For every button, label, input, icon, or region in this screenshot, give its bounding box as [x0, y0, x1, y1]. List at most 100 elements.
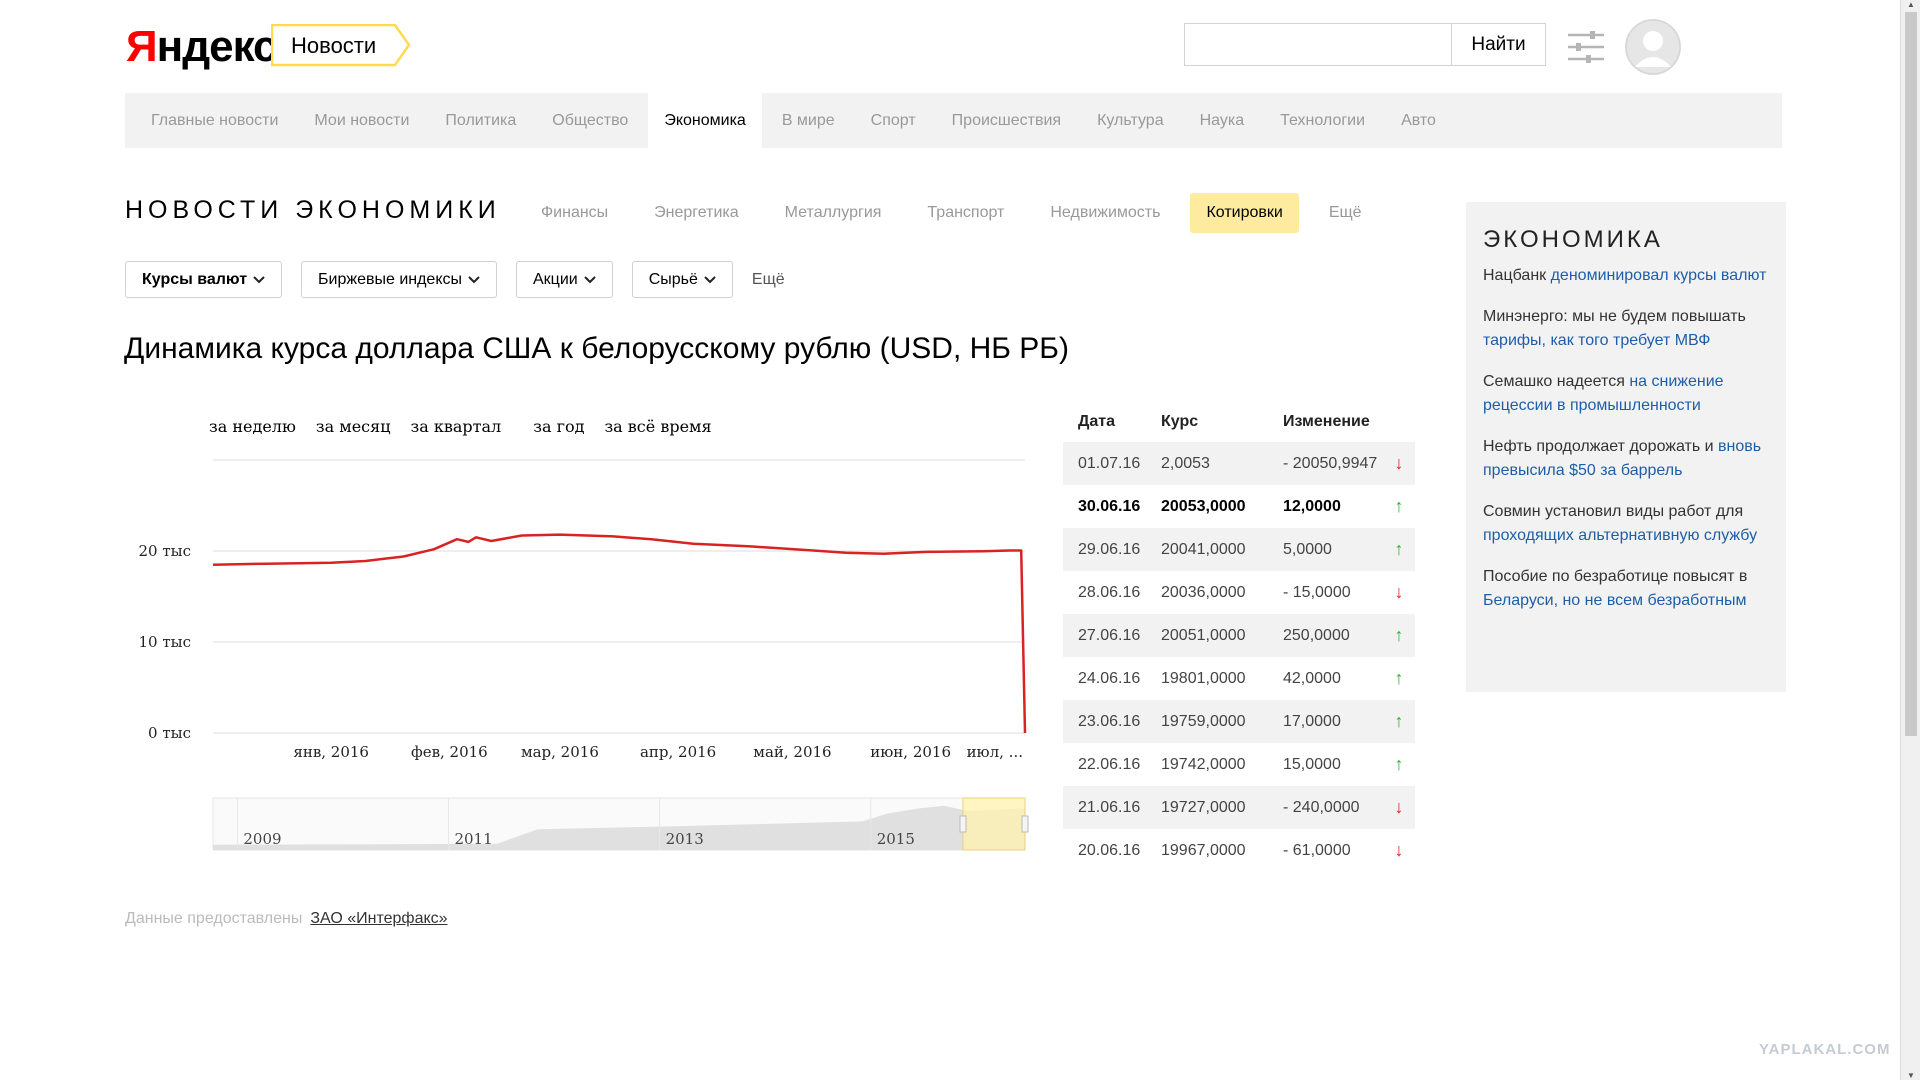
cell-date: 29.06.16 — [1078, 540, 1141, 558]
arrow-up-icon: ↑ — [1394, 668, 1404, 688]
sidebar-news-item[interactable]: Минэнерго: мы не будем повышать тарифы, … — [1483, 305, 1769, 353]
sidebar-news-item[interactable]: Семашко надеется на снижение рецессии в … — [1483, 370, 1769, 418]
subnav-item-1[interactable]: Энергетика — [638, 193, 755, 233]
source-link[interactable]: ЗАО «Интерфакс» — [310, 910, 447, 927]
arrow-down-icon: ↓ — [1394, 453, 1404, 473]
source-prefix: Данные предоставлены — [125, 910, 303, 927]
header-change: Изменение — [1283, 413, 1370, 430]
subnav-item-3[interactable]: Транспорт — [911, 193, 1020, 233]
sidebar-news-item[interactable]: Нацбанк деноминировал курсы валют — [1483, 264, 1769, 288]
series-line-usd — [212, 533, 1027, 734]
rates-table: Дата Курс Изменение 01.07.16 2,0053 - 2005… — [1063, 402, 1415, 872]
x-tick-label: янв, 2016 — [293, 743, 369, 761]
subnav-item-4[interactable]: Недвижимость — [1034, 193, 1176, 233]
scroll-thumb[interactable] — [1905, 12, 1917, 736]
news-text: Минэнерго: мы не будем повышать — [1483, 308, 1746, 325]
news-link[interactable]: тарифы, как того требует МВФ — [1483, 332, 1710, 349]
chevron-down-icon — [468, 275, 480, 283]
cell-rate: 20041,0000 — [1161, 540, 1246, 558]
x-tick-label: июн, 2016 — [870, 743, 951, 761]
news-link[interactable]: проходящих альтернативную службу — [1483, 527, 1757, 544]
search-form: Найти — [1184, 23, 1546, 66]
period-option-2[interactable]: за квартал — [411, 417, 502, 436]
filter-dropdown-1[interactable]: Биржевые индексы — [301, 261, 497, 298]
nav-item-5[interactable]: В мире — [782, 93, 835, 148]
nav-item-6[interactable]: Спорт — [871, 93, 916, 148]
period-option-4[interactable]: за всё время — [604, 417, 711, 436]
table-row: 28.06.16 20036,0000 - 15,0000 ↓ — [1063, 571, 1415, 614]
cell-date: 21.06.16 — [1078, 798, 1141, 816]
search-button[interactable]: Найти — [1451, 23, 1546, 66]
cell-rate: 20036,0000 — [1161, 583, 1246, 601]
cell-rate: 20053,0000 — [1161, 497, 1246, 515]
news-text: Нацбанк — [1483, 267, 1551, 284]
filter-dropdown-2[interactable]: Акции — [516, 261, 613, 298]
header-date: Дата — [1078, 413, 1116, 430]
nav-item-3[interactable]: Общество — [552, 93, 628, 148]
cell-rate: 19742,0000 — [1161, 755, 1246, 773]
arrow-up-icon: ↑ — [1394, 625, 1404, 645]
x-tick-label: май, 2016 — [753, 743, 831, 761]
yandex-logo[interactable]: Яндекс — [126, 20, 278, 74]
y-tick-label: 20 тыс — [139, 542, 192, 560]
nav-item-11[interactable]: Авто — [1401, 93, 1436, 148]
subnav-item-6[interactable]: Ещё — [1313, 193, 1378, 233]
filter-label: Курсы валют — [142, 270, 248, 288]
filter-dropdown-3[interactable]: Сырьё — [631, 261, 733, 298]
main-nav: Главные новости Мои новости Политика Общест… — [125, 93, 1782, 148]
scroll-up-arrow-icon[interactable]: ▲ — [1906, 0, 1916, 9]
subnav-item-2[interactable]: Металлургия — [769, 193, 898, 233]
filter-dropdown-0[interactable]: Курсы валют — [125, 261, 283, 298]
cell-date: 01.07.16 — [1078, 454, 1141, 472]
vertical-scrollbar[interactable]: ▲ ▼ — [1900, 0, 1920, 1080]
period-option-1[interactable]: за месяц — [316, 417, 391, 436]
news-link[interactable]: деноминировал курсы валют — [1551, 267, 1767, 284]
subnav-item-5[interactable]: Котировки — [1190, 193, 1299, 233]
navigator-handle-left[interactable] — [959, 815, 967, 833]
arrow-up-icon: ↑ — [1394, 754, 1404, 774]
service-label-news[interactable]: Новости — [271, 24, 411, 67]
navigator-selection[interactable] — [962, 797, 1026, 851]
user-avatar-icon[interactable] — [1625, 19, 1681, 75]
subnav-item-0[interactable]: Финансы — [525, 193, 624, 233]
nav-item-8[interactable]: Культура — [1097, 93, 1164, 148]
filter-more-link[interactable]: Ещё — [752, 271, 785, 289]
x-tick-label: апр, 2016 — [640, 743, 716, 761]
scroll-down-arrow-icon[interactable]: ▼ — [1906, 1071, 1916, 1080]
period-option-3[interactable]: за год — [533, 417, 584, 436]
cell-date: 22.06.16 — [1078, 755, 1141, 773]
table-row: 30.06.16 20053,0000 12,0000 ↑ — [1063, 485, 1415, 528]
chevron-down-icon — [253, 275, 265, 283]
cell-change: 17,0000 — [1283, 712, 1341, 730]
cell-change: 42,0000 — [1283, 669, 1341, 687]
quote-filters: Курсы валют Биржевые индексы Акции Сырьё Ещё — [125, 261, 785, 298]
filter-label: Биржевые индексы — [318, 270, 462, 288]
section-subnav: Финансы Энергетика Металлургия Транспорт Нед… — [525, 193, 1392, 233]
x-tick-label: июл, ... — [967, 743, 1023, 761]
sidebar-news-item[interactable]: Пособие по безработице повысят в Беларус… — [1483, 565, 1769, 613]
rate-chart[interactable]: 20 тыс 10 тыс 0 тыс янв, 2016 фев, 2016 мар, … — [125, 450, 1045, 860]
sidebar-news-item[interactable]: Нефть продолжает дорожать и вновь превыс… — [1483, 435, 1769, 483]
sidebar-news-item[interactable]: Совмин установил виды работ для проходящ… — [1483, 500, 1769, 548]
table-row: 29.06.16 20041,0000 5,0000 ↑ — [1063, 528, 1415, 571]
search-input[interactable] — [1184, 23, 1451, 66]
period-selector: за неделю за месяц за квартал за год за всё … — [209, 417, 732, 436]
nav-item-10[interactable]: Технологии — [1280, 93, 1365, 148]
news-link[interactable]: Беларуси, но не всем безработным — [1483, 592, 1747, 609]
period-option-0[interactable]: за неделю — [209, 417, 296, 436]
chart-title: Динамика курса доллара США к белорусском… — [124, 332, 1069, 365]
nav-item-9[interactable]: Наука — [1200, 93, 1245, 148]
nav-item-0[interactable]: Главные новости — [151, 93, 278, 148]
cell-change: - 61,0000 — [1283, 841, 1351, 859]
nav-item-7[interactable]: Происшествия — [952, 93, 1061, 148]
nav-item-2[interactable]: Политика — [445, 93, 516, 148]
logo-rest: ндекс — [156, 22, 278, 71]
nav-item-1[interactable]: Мои новости — [314, 93, 409, 148]
navigator-handle-right[interactable] — [1021, 815, 1029, 833]
service-label-text: Новости — [291, 33, 377, 58]
filter-label: Акции — [533, 270, 578, 288]
nav-item-4[interactable]: Экономика — [648, 93, 762, 148]
news-text: Совмин установил виды работ для — [1483, 503, 1744, 520]
settings-sliders-icon[interactable] — [1566, 30, 1606, 64]
news-text: Пособие по безработице повысят в — [1483, 568, 1748, 585]
